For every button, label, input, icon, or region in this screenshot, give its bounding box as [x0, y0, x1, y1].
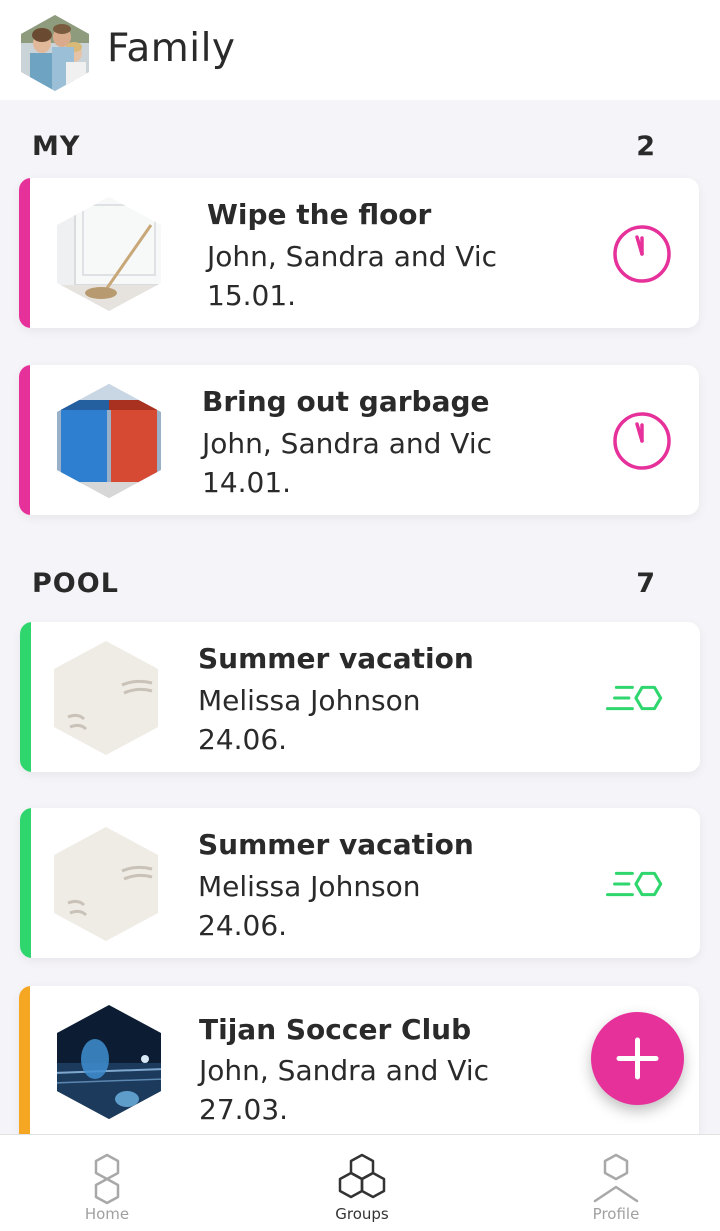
clock-icon[interactable]	[611, 223, 673, 285]
nav-profile[interactable]: Profile	[556, 1135, 676, 1231]
bottom-nav: Home Groups Profile	[0, 1134, 720, 1231]
task-date: 14.01.	[202, 466, 292, 499]
section-count: 2	[636, 131, 656, 162]
task-date: 24.06.	[198, 909, 288, 942]
header-bar: Family	[0, 0, 720, 100]
task-date: 15.01.	[207, 279, 297, 312]
task-people: Melissa Johnson	[198, 684, 421, 717]
task-people: John, Sandra and Vic	[207, 240, 497, 273]
task-thumbnail	[57, 1005, 161, 1119]
plus-icon	[616, 1037, 659, 1080]
section-count: 7	[636, 568, 656, 599]
profile-icon	[593, 1153, 639, 1203]
group-avatar[interactable]	[18, 13, 92, 93]
task-card[interactable]: Summer vacation Melissa Johnson 24.06.	[20, 622, 700, 772]
nav-profile-label: Profile	[592, 1205, 640, 1223]
task-title: Summer vacation	[198, 828, 474, 861]
task-thumbnail	[57, 197, 161, 311]
task-thumbnail	[54, 641, 158, 755]
group-title: Family	[107, 26, 236, 71]
card-color-stripe	[19, 178, 30, 328]
clock-icon[interactable]	[611, 410, 673, 472]
nav-groups[interactable]: Groups	[302, 1135, 422, 1231]
card-color-stripe	[20, 808, 31, 958]
fast-hexagon-icon[interactable]	[604, 853, 666, 915]
task-date: 27.03.	[199, 1093, 289, 1126]
task-title: Tijan Soccer Club	[199, 1013, 472, 1046]
groups-hexagons-icon	[338, 1153, 386, 1199]
card-color-stripe	[19, 986, 30, 1146]
task-card[interactable]: Summer vacation Melissa Johnson 24.06.	[20, 808, 700, 958]
task-card[interactable]: Wipe the floor John, Sandra and Vic 15.0…	[19, 178, 699, 328]
section-label: MY	[32, 131, 81, 162]
task-title: Wipe the floor	[207, 198, 432, 231]
card-color-stripe	[20, 622, 31, 772]
fast-hexagon-icon[interactable]	[604, 667, 666, 729]
nav-groups-label: Groups	[335, 1205, 389, 1223]
task-thumbnail	[54, 827, 158, 941]
task-thumbnail	[57, 384, 161, 498]
task-people: John, Sandra and Vic	[202, 427, 492, 460]
task-people: John, Sandra and Vic	[199, 1054, 489, 1087]
task-title: Summer vacation	[198, 642, 474, 675]
section-pool-header: POOL 7	[32, 568, 662, 608]
section-my-header: MY 2	[32, 131, 662, 171]
section-label: POOL	[32, 568, 119, 599]
add-task-button[interactable]	[591, 1012, 684, 1105]
task-title: Bring out garbage	[202, 385, 490, 418]
nav-home-label: Home	[84, 1205, 130, 1223]
card-color-stripe	[19, 365, 30, 515]
task-card[interactable]: Bring out garbage John, Sandra and Vic 1…	[19, 365, 699, 515]
home-hexagons-icon	[94, 1153, 120, 1205]
nav-home[interactable]: Home	[47, 1135, 167, 1231]
task-date: 24.06.	[198, 723, 288, 756]
task-people: Melissa Johnson	[198, 870, 421, 903]
